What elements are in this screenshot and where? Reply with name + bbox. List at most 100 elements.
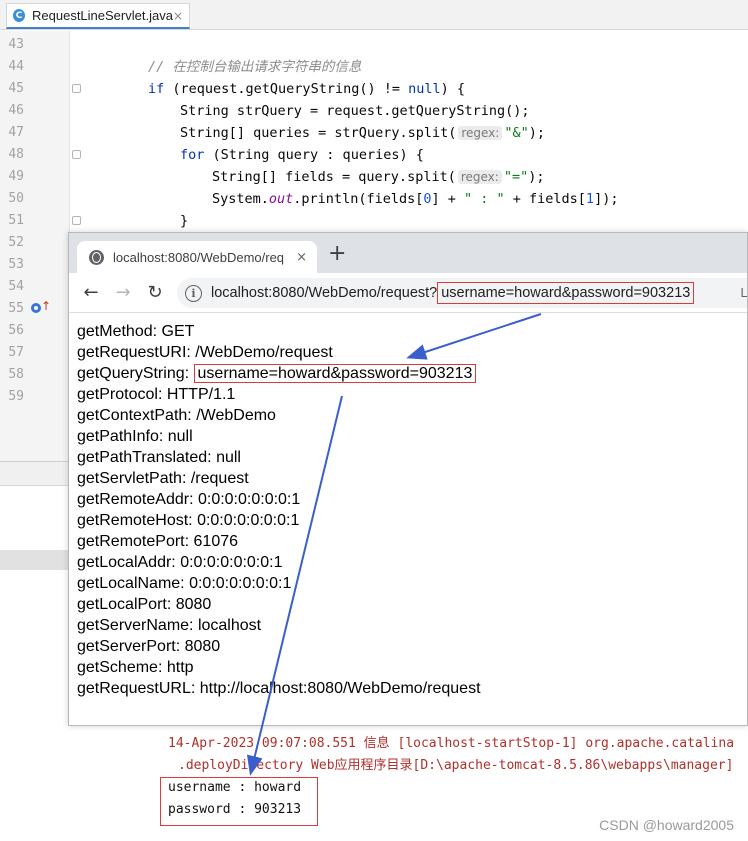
request-info-label: getContextPath: xyxy=(77,407,192,424)
address-bar[interactable]: i localhost:8080/WebDemo/request? userna… xyxy=(177,278,747,308)
query-string-highlight: username=howard&password=903213 xyxy=(193,364,477,383)
browser-window: localhost:8080/WebDemo/req × + ← → ↻ i l… xyxy=(68,232,748,726)
request-info-line: getRequestURL: http://localhost:8080/Web… xyxy=(77,678,481,699)
request-info-value: localhost xyxy=(197,617,262,634)
request-info-label: getRemoteAddr: xyxy=(77,491,194,508)
console-log-line: .deployDirectory Web应用程序目录[D:\apache-tom… xyxy=(178,758,734,773)
request-info-label: getServletPath: xyxy=(77,470,187,487)
request-info-value: 0:0:0:0:0:0:0:1 xyxy=(197,512,300,529)
request-info-value: 0:0:0:0:0:0:0:1 xyxy=(180,554,283,571)
line-number: 59 xyxy=(8,389,24,404)
request-info-line: getRequestURI: /WebDemo/request xyxy=(77,342,333,363)
reload-icon[interactable]: ↻ xyxy=(143,281,167,305)
request-info-value: 61076 xyxy=(193,533,239,550)
browser-tab-title: localhost:8080/WebDemo/req xyxy=(113,249,285,265)
request-info-label: getPathTranslated: xyxy=(77,449,212,466)
code-line-43: 43 xyxy=(0,34,748,56)
browser-tab[interactable]: localhost:8080/WebDemo/req × xyxy=(77,241,317,273)
code-line-48: 48 for (String query : queries) { xyxy=(0,144,748,166)
code-text: System.out.println(fields[0] + " : " + f… xyxy=(212,191,619,207)
code-line-49: 49 String[] fields = query.split(regex: "=… xyxy=(0,166,748,188)
console-log-line: 14-Apr-2023 09:07:08.551 信息 [localhost-s… xyxy=(168,736,735,751)
request-info-line: getServerPort: 8080 xyxy=(77,636,220,657)
request-info-label: getRemoteHost: xyxy=(77,512,193,529)
info-icon[interactable]: i xyxy=(185,284,202,302)
page-content: getMethod: GET getRequestURI: /WebDemo/re… xyxy=(69,314,747,725)
code-line-51: 51} xyxy=(0,210,748,232)
line-number: 56 xyxy=(8,323,24,338)
request-info-line: getServerName: localhost xyxy=(77,615,261,636)
omnibox-edge-glyph: L xyxy=(740,286,747,300)
code-line-45: 45 if (request.getQueryString() != null) … xyxy=(0,78,748,100)
line-number: 49 xyxy=(8,169,24,184)
request-info-line: getScheme: http xyxy=(77,657,194,678)
line-number: 53 xyxy=(8,257,24,272)
request-info-label: getQueryString: xyxy=(77,365,190,382)
code-line-47: 47 String[] queries = strQuery.split(rege… xyxy=(0,122,748,144)
code-text: } xyxy=(180,213,189,229)
request-info-value: 8080 xyxy=(175,596,212,613)
request-info-line: getLocalPort: 8080 xyxy=(77,594,211,615)
up-arrow-icon: ↑ xyxy=(41,299,52,313)
request-info-value: null xyxy=(167,428,193,445)
request-info-line: getRemotePort: 61076 xyxy=(77,531,238,552)
request-info-label: getLocalName: xyxy=(77,575,185,592)
request-info-label: getServerPort: xyxy=(77,638,181,655)
request-info-line: getLocalName: 0:0:0:0:0:0:0:1 xyxy=(77,573,291,594)
close-icon[interactable]: × xyxy=(296,250,307,265)
code-text: String[] fields = query.split(regex: "=")… xyxy=(212,169,545,185)
browser-toolbar: ← → ↻ i localhost:8080/WebDemo/request? … xyxy=(69,273,747,313)
request-info-label: getRemotePort: xyxy=(77,533,190,550)
back-arrow-icon[interactable]: ← xyxy=(79,281,103,305)
line-number: 45 xyxy=(8,81,24,96)
request-info-label: getMethod: xyxy=(77,323,158,340)
request-info-value: http xyxy=(166,659,194,676)
request-info-label: getRequestURL: xyxy=(77,680,196,697)
request-info-value: /WebDemo xyxy=(196,407,276,424)
request-info-value: HTTP/1.1 xyxy=(166,386,236,403)
request-info-value: 0:0:0:0:0:0:0:1 xyxy=(197,491,301,508)
request-info-value: /request xyxy=(190,470,249,487)
fold-marker-icon[interactable] xyxy=(72,150,81,159)
forward-arrow-icon[interactable]: → xyxy=(111,281,135,305)
url-query-highlight: username=howard&password=903213 xyxy=(437,282,695,304)
new-tab-button[interactable]: + xyxy=(328,243,346,265)
line-number: 43 xyxy=(8,37,24,52)
request-info-value: 8080 xyxy=(184,638,221,655)
editor-tab-title: RequestLineServlet.java xyxy=(32,8,173,23)
request-info-line: getLocalAddr: 0:0:0:0:0:0:0:1 xyxy=(77,552,283,573)
code-line-50: 50 System.out.println(fields[0] + " : " +… xyxy=(0,188,748,210)
code-text: if (request.getQueryString() != null) { xyxy=(148,81,466,97)
code-text: // 在控制台输出请求字符串的信息 xyxy=(148,59,362,75)
request-info-value: null xyxy=(216,449,241,466)
line-number: 52 xyxy=(8,235,24,250)
request-info-line: getRemoteHost: 0:0:0:0:0:0:0:1 xyxy=(77,510,299,531)
request-info-line: getMethod: GET xyxy=(77,321,194,342)
request-info-line: getPathInfo: null xyxy=(77,426,193,447)
line-number: 51 xyxy=(8,213,24,228)
line-number: 46 xyxy=(8,103,24,118)
code-line-46: 46 String strQuery = request.getQueryStri… xyxy=(0,100,748,122)
override-marker-icon[interactable] xyxy=(31,303,41,313)
close-icon[interactable]: × xyxy=(173,9,183,23)
line-number: 48 xyxy=(8,147,24,162)
editor-tab-bar: C RequestLineServlet.java × xyxy=(0,0,748,30)
globe-icon xyxy=(89,249,104,265)
java-class-icon: C xyxy=(13,9,26,22)
line-number: 57 xyxy=(8,345,24,360)
fold-marker-icon[interactable] xyxy=(72,84,81,93)
request-info-line: getContextPath: /WebDemo xyxy=(77,405,276,426)
request-info-value: 0:0:0:0:0:0:0:1 xyxy=(189,575,292,592)
fold-marker-icon[interactable] xyxy=(72,216,81,225)
watermark: CSDN @howard2005 xyxy=(599,817,734,833)
request-info-label: getLocalAddr: xyxy=(77,554,176,571)
code-text: String strQuery = request.getQueryString… xyxy=(180,103,530,119)
request-info-line: getQueryString: username=howard&password… xyxy=(77,363,477,384)
console-output-highlight-box xyxy=(160,777,318,826)
editor-tab-requestlineservlet[interactable]: C RequestLineServlet.java × xyxy=(6,3,190,29)
request-info-label: getScheme: xyxy=(77,659,163,676)
request-info-label: getProtocol: xyxy=(77,386,163,403)
line-number: 50 xyxy=(8,191,24,206)
url-base-text: localhost:8080/WebDemo/request? xyxy=(211,285,438,301)
request-info-value: /WebDemo/request xyxy=(195,344,333,361)
